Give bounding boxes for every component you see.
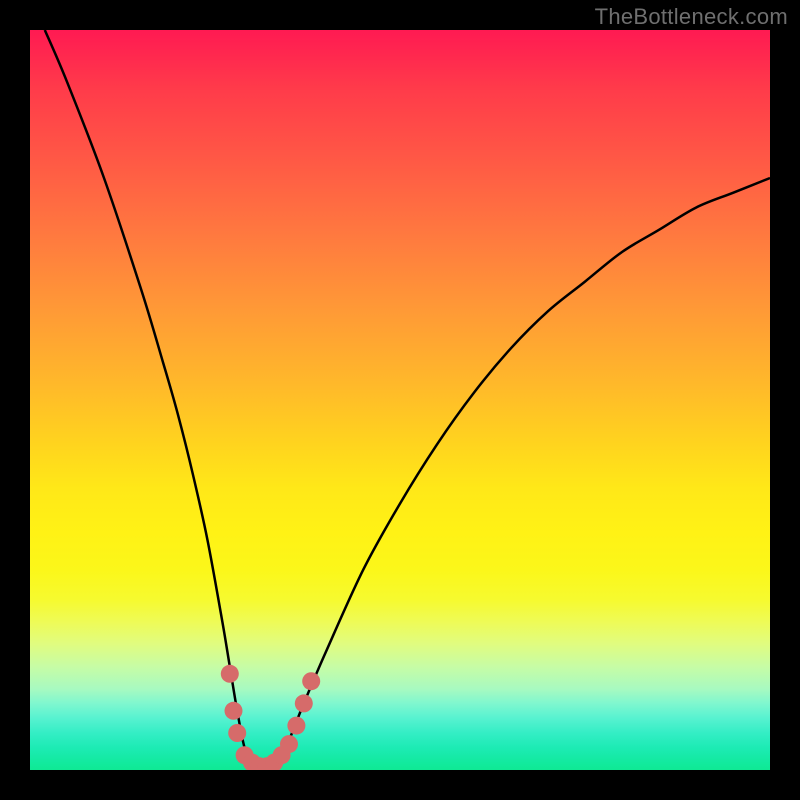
marker-group — [221, 665, 320, 770]
curve-marker — [221, 665, 239, 683]
bottleneck-curve-svg — [30, 30, 770, 770]
curve-marker — [228, 724, 246, 742]
plot-area — [30, 30, 770, 770]
watermark-text: TheBottleneck.com — [595, 4, 788, 30]
curve-marker — [302, 672, 320, 690]
curve-marker — [295, 694, 313, 712]
curve-marker — [225, 702, 243, 720]
curve-marker — [287, 717, 305, 735]
curve-marker — [280, 735, 298, 753]
chart-frame: TheBottleneck.com — [0, 0, 800, 800]
bottleneck-curve — [45, 30, 770, 770]
